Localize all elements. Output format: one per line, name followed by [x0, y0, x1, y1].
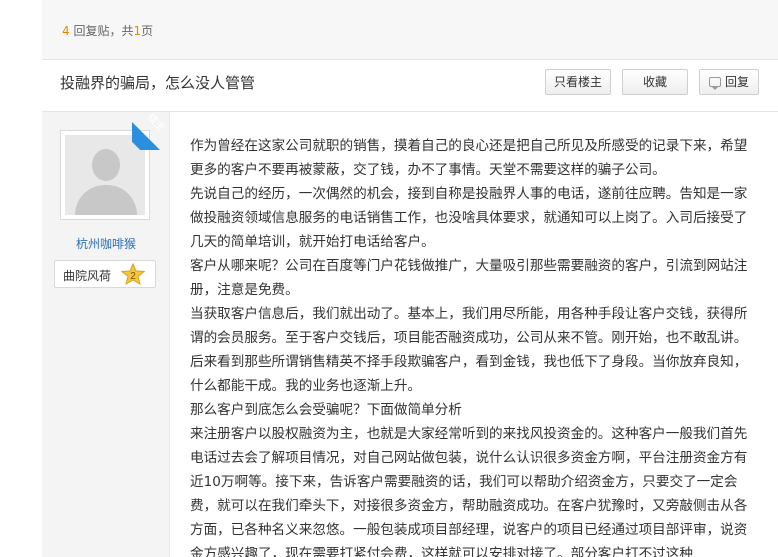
post-paragraph: 客户从哪来呢？公司在百度等门户花钱做推广，大量吸引那些需要融资的客户，引流到网站… — [190, 258, 748, 298]
reply-icon — [708, 77, 721, 90]
owner-badge: 楼主 — [132, 112, 170, 150]
reply-count: 4 回复贴，共1页 — [62, 22, 153, 39]
page-count-label: 页 — [141, 24, 154, 38]
post-paragraph: 作为曾经在这家公司就职的销售，摸着自己的良心还是把自己所见及所感受的记录下来，希… — [190, 138, 748, 178]
author-sidebar: 楼主 杭州咖啡猴 曲院风荷 2 — [42, 112, 170, 557]
owner-badge-label: 楼主 — [144, 112, 167, 134]
reply-count-label: 回复贴，共 — [73, 24, 134, 38]
author-level-name: 曲院风荷 — [63, 269, 112, 283]
favorite-button[interactable]: 收藏 — [622, 69, 688, 95]
post-paragraph: 先说自己的经历，一次偶然的机会，接到自称是投融界人事的电话，遂前往应聘。告知是一… — [190, 186, 748, 250]
post-content: 作为曾经在这家公司就职的销售，摸着自己的良心还是把自己所见及所感受的记录下来，希… — [190, 134, 755, 557]
reply-button-label: 回复 — [724, 75, 749, 89]
thread-title: 投融界的骗局，怎么没人管管 — [60, 74, 256, 92]
page-count-number: 1 — [133, 24, 142, 38]
author-level: 曲院风荷 2 — [54, 260, 156, 288]
post-paragraph: 那么客户到底怎么会受骗呢？下面做简单分析 — [190, 402, 462, 418]
author-username[interactable]: 杭州咖啡猴 — [42, 235, 170, 252]
post-paragraph: 来注册客户以股权融资为主，也就是大家经常听到的来找风投资金的。这种客户一般我们首… — [190, 426, 748, 557]
thread-title-bar: 投融界的骗局，怎么没人管管 只看楼主 收藏 回复 — [42, 60, 778, 112]
reply-count-number: 4 — [62, 24, 70, 38]
reply-summary-bar: 4 回复贴，共1页 — [42, 0, 778, 60]
owner-only-button[interactable]: 只看楼主 — [545, 69, 611, 95]
level-star-icon: 2 — [121, 263, 145, 285]
level-number: 2 — [130, 271, 136, 282]
reply-button[interactable]: 回复 — [699, 69, 759, 95]
post-paragraph: 当获取客户信息后，我们就出动了。基本上，我们用尽所能，用各种手段让客户交钱，获得… — [190, 306, 748, 394]
